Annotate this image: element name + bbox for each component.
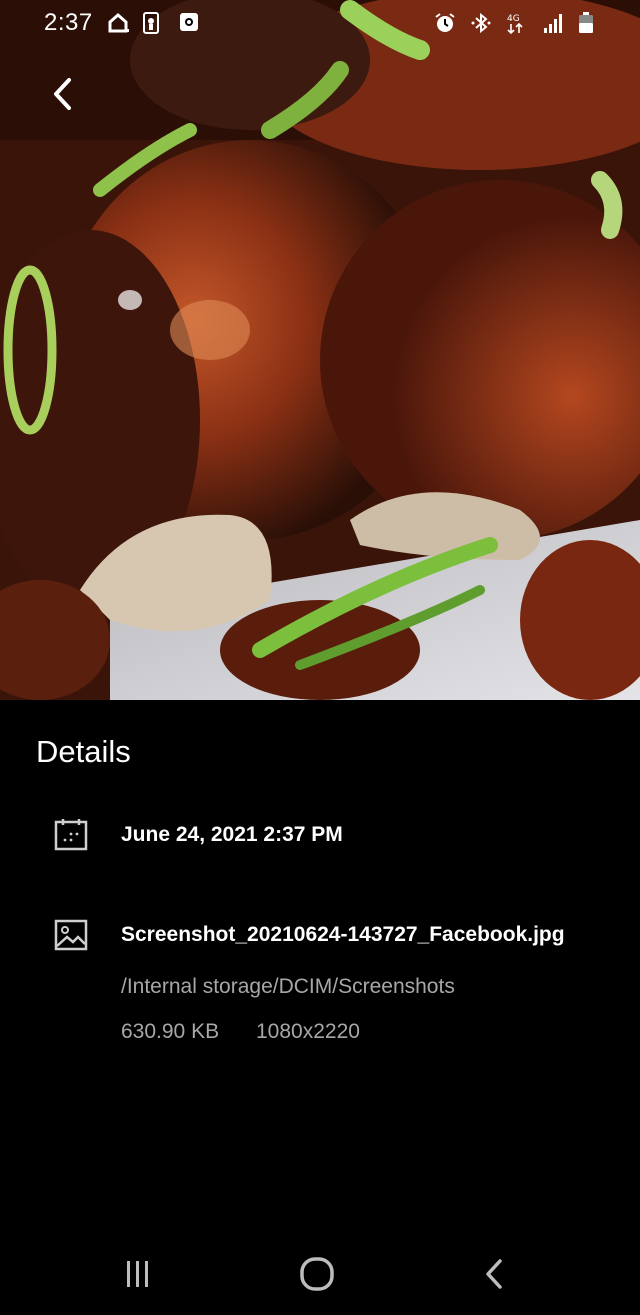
bluetooth-icon	[470, 12, 492, 34]
back-button[interactable]	[40, 72, 84, 116]
recents-icon	[127, 1261, 148, 1287]
file-name-text: Screenshot_20210624-143727_Facebook.jpg	[121, 923, 565, 946]
navigation-bar	[0, 1230, 640, 1315]
home-button[interactable]	[295, 1252, 339, 1296]
status-bar: 2:37 4G	[0, 0, 640, 46]
camera-app-icon	[179, 12, 201, 34]
back-arrow-icon	[54, 78, 71, 110]
date-time-text: June 24, 2021 2:37 PM	[121, 823, 343, 846]
recents-button[interactable]	[115, 1252, 159, 1296]
file-path-text: /Internal storage/DCIM/Screenshots	[121, 975, 455, 998]
calendar-icon	[54, 818, 88, 852]
food-photo-image	[0, 0, 640, 700]
battery-icon	[578, 12, 600, 34]
file-size-text: 630.90 KB	[121, 1020, 220, 1043]
details-title: Details	[36, 734, 131, 769]
details-panel: Details June 24, 2021 2:37 PM Screenshot…	[0, 700, 640, 1230]
nav-back-button[interactable]	[473, 1252, 517, 1296]
home-icon	[107, 12, 130, 34]
home-circle-icon	[300, 1257, 334, 1291]
resolution-text: 1080x2220	[256, 1020, 360, 1043]
photo-preview[interactable]	[0, 0, 640, 700]
nba-app-icon	[142, 12, 165, 34]
signal-icon	[542, 12, 564, 34]
alarm-icon	[434, 12, 456, 34]
svg-text:4G: 4G	[507, 14, 520, 24]
image-icon	[54, 918, 88, 952]
data-transfer-icon: 4G	[506, 12, 528, 35]
status-time: 2:37	[44, 9, 93, 36]
back-chevron-icon	[486, 1259, 502, 1289]
gallery-details-screen: 2:37 4G Details June 24, 2021 2:37 PM Sc…	[0, 0, 640, 1315]
